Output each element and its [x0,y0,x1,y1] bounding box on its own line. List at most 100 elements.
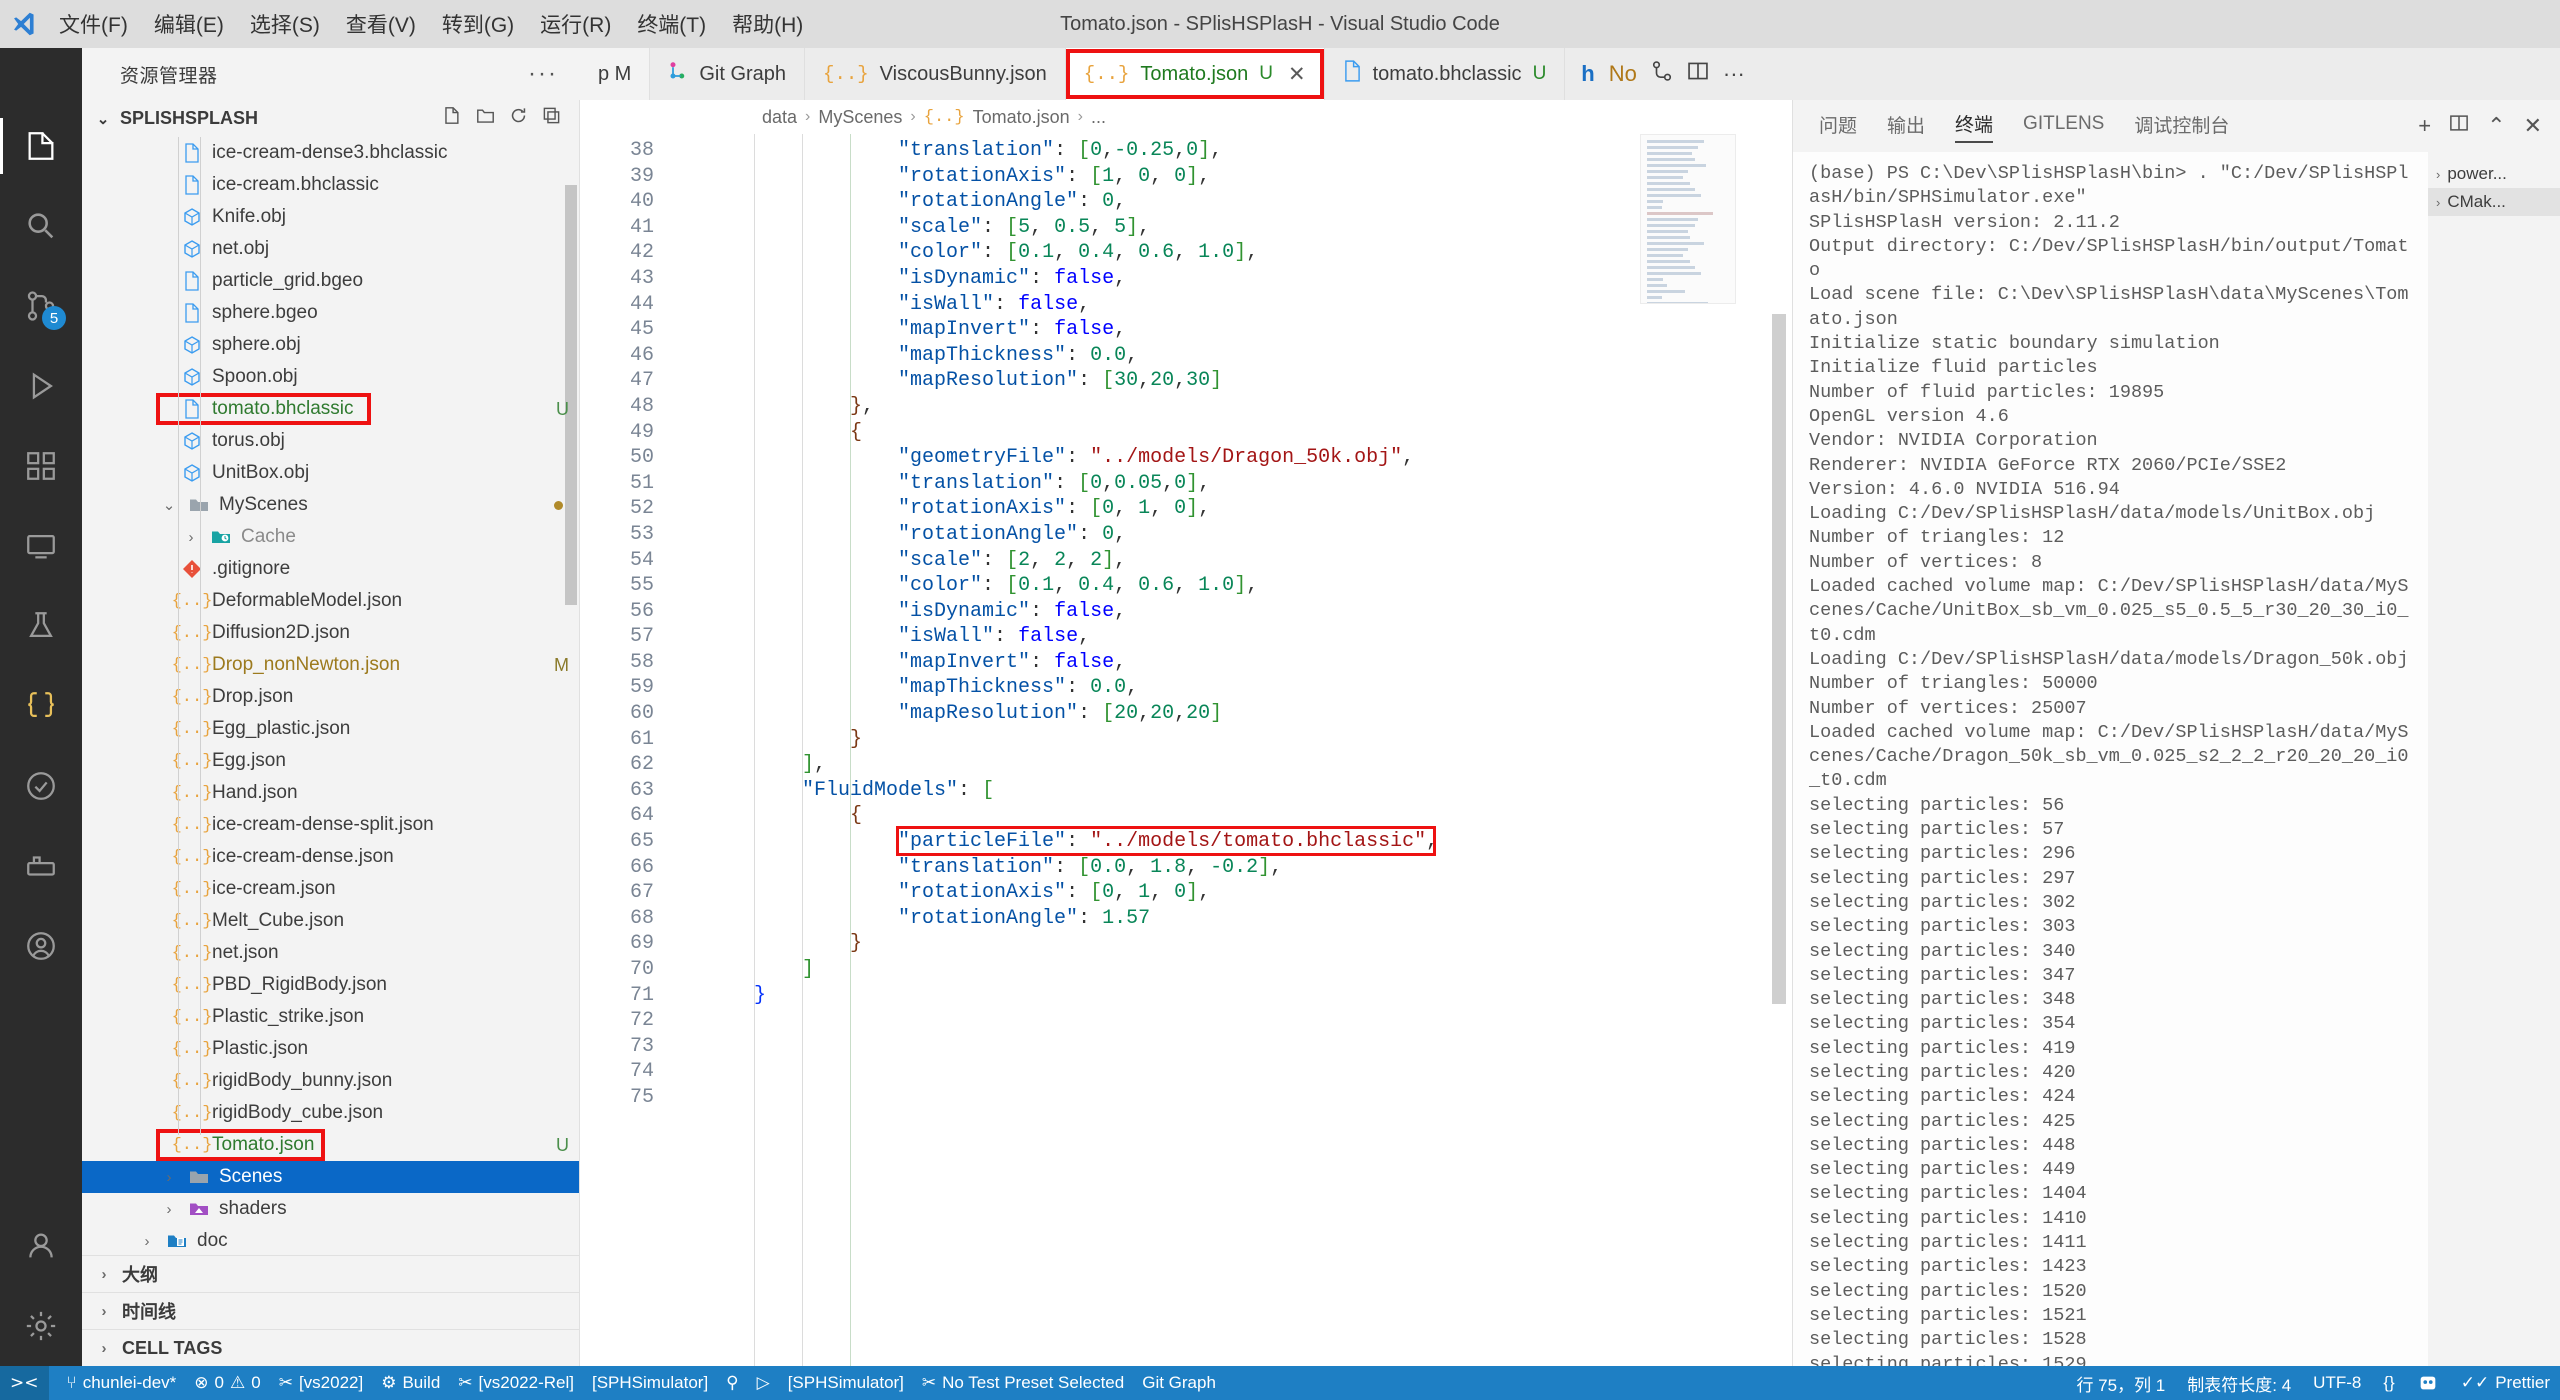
code-line[interactable]: } [706,983,1792,1009]
breadcrumb-data[interactable]: data [762,107,797,128]
code-line[interactable]: "translation": [0,-0.25,0], [706,138,1792,164]
status-debug[interactable]: ⚲ [726,1373,738,1393]
code-viewport[interactable]: 3839404142434445464748495051525354555657… [580,134,1792,1366]
code-line[interactable]: "mapThickness": 0.0, [706,675,1792,701]
status-gitlens-icon[interactable] [2417,1373,2439,1393]
outline-section[interactable]: › 大纲 [82,1255,579,1292]
code-line[interactable]: "mapInvert": false, [706,650,1792,676]
status-problems[interactable]: ⊗ 0 ⚠ 0 [194,1373,260,1393]
code-line[interactable]: "mapInvert": false, [706,317,1792,343]
tree-item-net-json[interactable]: {..}net.json [82,937,579,969]
status-cmake-kit[interactable]: ✂ [vs2022] [279,1373,364,1393]
code-line[interactable] [706,1059,1792,1085]
code-line[interactable] [706,1008,1792,1034]
tree-item-myscenes[interactable]: ⌄MyScenes [82,489,579,521]
project-root-row[interactable]: ⌄ SPLISHSPLASH [82,100,579,137]
activity-account-circle-icon[interactable] [0,906,82,986]
tree-item-cache[interactable]: ›Cache [82,521,579,553]
chevron-right-icon[interactable]: › [181,529,201,546]
code-line[interactable]: "rotationAxis": [0, 1, 0], [706,496,1792,522]
new-terminal-plus-icon[interactable]: + [2418,113,2431,139]
new-folder-icon[interactable] [476,106,495,131]
tab-viscousbunny-json[interactable]: {..} ViscousBunny.json [805,48,1066,100]
activity-account-icon[interactable] [0,1206,82,1286]
menu-help[interactable]: 帮助(H) [719,5,816,43]
menu-bar[interactable]: 文件(F) 编辑(E) 选择(S) 查看(V) 转到(G) 运行(R) 终端(T… [46,5,816,43]
code-line[interactable]: "isDynamic": false, [706,599,1792,625]
tree-item-diffusion2d-json[interactable]: {..}Diffusion2D.json [82,617,579,649]
code-line[interactable]: "rotationAngle": 0, [706,522,1792,548]
menu-view[interactable]: 查看(V) [333,5,429,43]
panel-tab-output[interactable]: 输出 [1887,111,1925,142]
activity-source-control-icon[interactable]: 5 [0,266,82,346]
activity-settings-gear-icon[interactable] [0,1286,82,1366]
tree-item-unitbox-obj[interactable]: UnitBox.obj [82,457,579,489]
code-line[interactable]: "FluidModels": [ [706,778,1792,804]
code-line[interactable]: } [706,727,1792,753]
code-line[interactable]: "scale": [2, 2, 2], [706,548,1792,574]
tree-item-rigidbody-bunny-json[interactable]: {..}rigidBody_bunny.json [82,1065,579,1097]
tree-item-scenes[interactable]: ›Scenes [82,1161,579,1193]
status-tab-size[interactable]: 制表符长度: 4 [2187,1371,2291,1396]
tab-tomato-bhclassic[interactable]: tomato.bhclassic U [1325,48,1566,100]
status-encoding[interactable]: UTF-8 [2313,1373,2361,1393]
collapse-all-icon[interactable] [542,106,561,131]
status-language-mode[interactable]: {} [2383,1373,2394,1393]
tree-item-pbd-rigidbody-json[interactable]: {..}PBD_RigidBody.json [82,969,579,1001]
tree-item-tomato-json[interactable]: {..}Tomato.jsonU [82,1129,579,1161]
activity-run-debug-icon[interactable] [0,346,82,426]
activity-search-icon[interactable] [0,186,82,266]
tree-item-particle-grid-bgeo[interactable]: particle_grid.bgeo [82,265,579,297]
tree-item-doc[interactable]: ›doc [82,1225,579,1255]
file-tree[interactable]: ice-cream-dense3.bhclassicice-cream.bhcl… [82,137,579,1255]
fold-gutter[interactable] [670,134,706,1366]
code-line[interactable]: "mapResolution": [20,20,20] [706,701,1792,727]
activity-remote-icon[interactable] [0,506,82,586]
tree-item-torus-obj[interactable]: torus.obj [82,425,579,457]
activity-explorer-icon[interactable] [0,106,82,186]
tab-git-graph[interactable]: Git Graph [650,48,805,100]
code-line[interactable]: "isWall": false, [706,292,1792,318]
tree-item-tomato-bhclassic[interactable]: tomato.bhclassicU [82,393,579,425]
code-line[interactable]: }, [706,394,1792,420]
tree-item-ice-cream-dense-json[interactable]: {..}ice-cream-dense.json [82,841,579,873]
code-line[interactable]: "rotationAngle": 1.57 [706,906,1792,932]
panel-tab-problems[interactable]: 问题 [1819,111,1857,142]
breadcrumb[interactable]: data › MyScenes › {..} Tomato.json › ... [580,100,1792,134]
code-line[interactable]: "geometryFile": "../models/Dragon_50k.ob… [706,445,1792,471]
tree-item-rigidbody-cube-json[interactable]: {..}rigidBody_cube.json [82,1097,579,1129]
code-line[interactable]: "translation": [0,0.05,0], [706,471,1792,497]
remote-indicator[interactable]: >< [0,1366,49,1400]
code-line[interactable]: } [706,931,1792,957]
menu-selection[interactable]: 选择(S) [237,5,333,43]
status-variant[interactable]: ✂ [vs2022-Rel] [458,1373,574,1393]
terminal-list-item-powershell[interactable]: › power... [2428,160,2560,188]
code-line[interactable]: "isDynamic": false, [706,266,1792,292]
status-test-preset[interactable]: ✂ No Test Preset Selected [922,1373,1124,1393]
status-launch-target[interactable]: [SPHSimulator] [592,1373,708,1393]
code-line[interactable]: { [706,420,1792,446]
editor-scrollbar[interactable] [1772,134,1786,1366]
chevron-down-icon[interactable]: ⌄ [159,496,179,514]
breadcrumb-myscenes[interactable]: MyScenes [818,107,902,128]
status-build[interactable]: ⚙ Build [381,1373,440,1393]
code-line[interactable] [706,1085,1792,1111]
source-control-icon[interactable] [1651,60,1673,88]
tree-item-drop-nonnewton-json[interactable]: {..}Drop_nonNewton.jsonM [82,649,579,681]
tree-item-plastic-json[interactable]: {..}Plastic.json [82,1033,579,1065]
menu-go[interactable]: 转到(G) [429,5,527,43]
menu-terminal[interactable]: 终端(T) [624,5,719,43]
tree-item-melt-cube-json[interactable]: {..}Melt_Cube.json [82,905,579,937]
chevron-up-icon[interactable]: ⌃ [2487,113,2505,139]
code-line[interactable]: ], [706,752,1792,778]
tree-item-deformablemodel-json[interactable]: {..}DeformableModel.json [82,585,579,617]
code-line[interactable]: "translation": [0.0, 1.8, -0.2], [706,855,1792,881]
code-line[interactable]: "color": [0.1, 0.4, 0.6, 1.0], [706,573,1792,599]
code-line-highlighted[interactable]: "particleFile": "../models/tomato.bhclas… [706,829,1792,855]
tree-item-sphere-bgeo[interactable]: sphere.bgeo [82,297,579,329]
panel-tab-terminal[interactable]: 终端 [1955,110,1993,143]
tree-item-spoon-obj[interactable]: Spoon.obj [82,361,579,393]
code-content[interactable]: "translation": [0,-0.25,0], "rotationAxi… [706,134,1792,1366]
menu-edit[interactable]: 编辑(E) [141,5,237,43]
status-run[interactable]: ▷ [757,1373,770,1393]
